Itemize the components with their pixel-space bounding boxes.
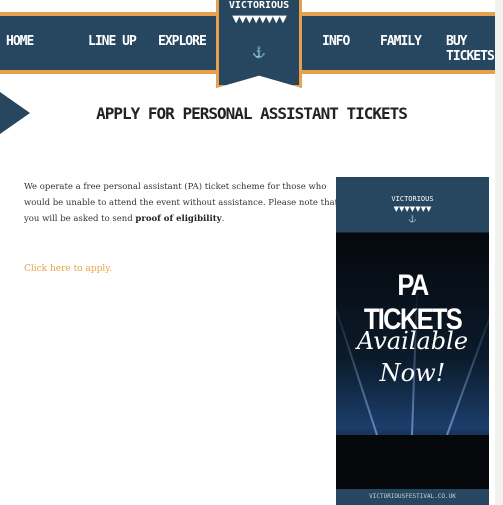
poster-logo: VICTORIOUS bbox=[391, 195, 434, 203]
festival-logo[interactable]: VICTORIOUS ▼▼▼▼▼▼▼▼ ⚓ bbox=[216, 0, 302, 88]
nav-explore[interactable]: EXPLORE bbox=[158, 34, 207, 49]
paragraph-end: . bbox=[221, 214, 225, 224]
poster-anchor-icon: ⚓ bbox=[408, 215, 417, 223]
poster-bunting-icon: ▼▼▼▼▼▼▼ bbox=[393, 205, 432, 213]
anchor-icon: ⚓ bbox=[252, 46, 266, 59]
nav-home[interactable]: HOME bbox=[6, 34, 34, 49]
pa-tickets-poster: VICTORIOUS ▼▼▼▼▼▼▼ ⚓ PA TICKETS Availabl… bbox=[336, 177, 489, 505]
nav-family[interactable]: FAMILY bbox=[380, 34, 422, 49]
page-title: APPLY FOR PERSONAL ASSISTANT TICKETS bbox=[96, 104, 408, 123]
poster-now: Now! bbox=[379, 359, 446, 387]
bunting-icon: ▼▼▼▼▼▼▼▼ bbox=[232, 14, 287, 25]
nav-line-up[interactable]: LINE UP bbox=[88, 34, 137, 49]
scrollbar-track[interactable] bbox=[495, 0, 503, 505]
logo-name: VICTORIOUS bbox=[228, 0, 290, 11]
intro-paragraph: We operate a free personal assistant (PA… bbox=[24, 179, 342, 227]
poster-available: Available bbox=[356, 327, 469, 355]
apply-link[interactable]: Click here to apply. bbox=[24, 264, 112, 274]
poster-footer: VICTORIOUSFESTIVAL.CO.UK bbox=[336, 489, 489, 505]
proof-of-eligibility: proof of eligibility bbox=[135, 214, 222, 224]
nav-info[interactable]: INFO bbox=[322, 34, 350, 49]
